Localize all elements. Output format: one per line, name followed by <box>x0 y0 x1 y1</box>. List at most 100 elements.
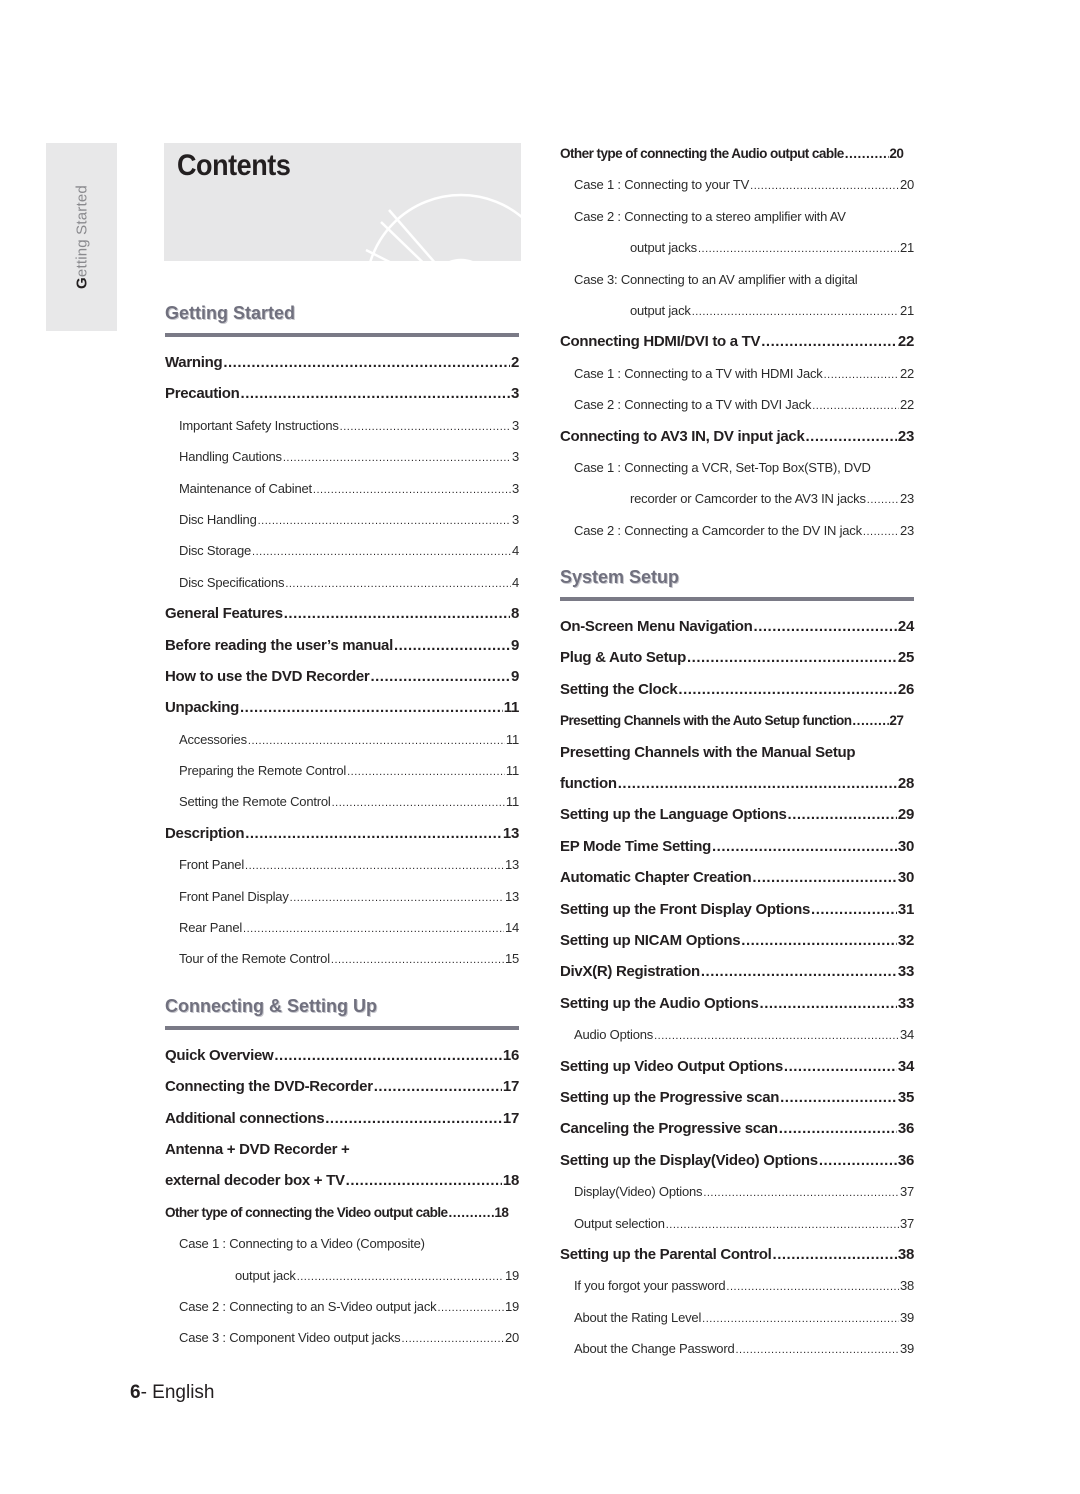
toc-entry[interactable]: Antenna + DVD Recorder + <box>165 1134 519 1165</box>
toc-entry-label: Tour of the Remote Control <box>179 951 330 967</box>
toc-subentry[interactable]: Disc Storage 4 <box>165 535 519 566</box>
toc-subentry[interactable]: Case 1 : Connecting to a TV with HDMI Ja… <box>560 358 914 389</box>
toc-subentry[interactable]: Front Panel Display 13 <box>165 881 519 912</box>
toc-page-number: 37 <box>899 1215 914 1231</box>
toc-entry-label: Handling Cautions <box>179 449 282 465</box>
toc-leader-dots <box>248 724 505 757</box>
toc-subentry[interactable]: Audio Options 34 <box>560 1019 914 1050</box>
toc-page-number: 13 <box>504 857 519 873</box>
toc-page-number: 36 <box>897 1151 914 1169</box>
toc-subentry[interactable]: Case 1 : Connecting to a Video (Composit… <box>165 1228 519 1259</box>
toc-entry-label: Case 1 : Connecting to your TV <box>574 177 750 193</box>
toc-entry[interactable]: Setting up the Parental Control 38 <box>560 1239 914 1270</box>
toc-entry[interactable]: external decoder box + TV 18 <box>165 1165 519 1196</box>
toc-entry[interactable]: Presetting Channels with the Auto Setup … <box>560 705 904 736</box>
toc-entry-label: Plug & Auto Setup <box>560 649 686 667</box>
toc-subentry[interactable]: output jack 19 <box>165 1260 519 1291</box>
toc-entry[interactable]: Connecting the DVD-Recorder 17 <box>165 1071 519 1102</box>
toc-leader-dots <box>666 1208 899 1241</box>
toc-entry[interactable]: Setting up NICAM Options 32 <box>560 925 914 956</box>
toc-entry[interactable]: Connecting to AV3 IN, DV input jack 23 <box>560 421 914 452</box>
toc-subentry[interactable]: Case 1 : Connecting to your TV 20 <box>560 169 914 200</box>
toc-entry[interactable]: Plug & Auto Setup 25 <box>560 642 914 673</box>
toc-entry[interactable]: Setting up Video Output Options 34 <box>560 1051 914 1082</box>
toc-entry[interactable]: Warning 2 <box>165 347 519 378</box>
toc-entry[interactable]: DivX(R) Registration 33 <box>560 956 914 987</box>
toc-subentry[interactable]: If you forgot your password 38 <box>560 1270 914 1301</box>
toc-subentry[interactable]: Front Panel 13 <box>165 849 519 880</box>
toc-entry[interactable]: function 28 <box>560 768 914 799</box>
toc-page-number: 16 <box>502 1046 519 1064</box>
toc-subentry[interactable]: Disc Specifications 4 <box>165 567 519 598</box>
toc-subentry[interactable]: Case 2 : Connecting to a stereo amplifie… <box>560 201 914 232</box>
toc-subentry[interactable]: Setting the Remote Control 11 <box>165 786 519 817</box>
toc-subentry[interactable]: Case 3 : Component Video output jacks 20 <box>165 1322 519 1353</box>
toc-entry[interactable]: Automatic Chapter Creation 30 <box>560 862 914 893</box>
toc-entry[interactable]: Additional connections 17 <box>165 1103 519 1134</box>
toc-subentry[interactable]: Case 3: Connecting to an AV amplifier wi… <box>560 264 914 295</box>
toc-page-number: 38 <box>899 1278 914 1294</box>
toc-entry[interactable]: Before reading the user’s manual 9 <box>165 630 519 661</box>
toc-entry-label: Connecting the DVD-Recorder <box>165 1078 373 1096</box>
toc-entry[interactable]: Other type of connecting the Audio outpu… <box>560 138 904 169</box>
toc-entry[interactable]: Connecting HDMI/DVI to a TV 22 <box>560 326 914 357</box>
toc-leader-dots <box>698 232 899 265</box>
toc-entry[interactable]: Canceling the Progressive scan 36 <box>560 1113 914 1144</box>
toc-leader-dots <box>241 378 510 409</box>
toc-leader-dots <box>867 483 899 516</box>
toc-subentry[interactable]: output jack 21 <box>560 295 914 326</box>
toc-subentry[interactable]: Preparing the Remote Control 11 <box>165 755 519 786</box>
toc-entry[interactable]: Setting up the Language Options 29 <box>560 799 914 830</box>
toc-entry[interactable]: On-Screen Menu Navigation 24 <box>560 611 914 642</box>
toc-page-number: 39 <box>899 1341 914 1357</box>
toc-page-number: 3 <box>511 511 519 527</box>
toc-subentry[interactable]: Tour of the Remote Control 15 <box>165 943 519 974</box>
toc-entry-label: output jacks <box>630 240 697 256</box>
toc-subentry[interactable]: Display(Video) Options 37 <box>560 1176 914 1207</box>
toc-subentry[interactable]: Maintenance of Cabinet 3 <box>165 473 519 504</box>
toc-entry[interactable]: Setting up the Progressive scan 35 <box>560 1082 914 1113</box>
toc-leader-dots <box>297 1260 504 1293</box>
toc-entry[interactable]: EP Mode Time Setting 30 <box>560 831 914 862</box>
toc-subentry[interactable]: Handling Cautions 3 <box>165 441 519 472</box>
toc-subentry[interactable]: Disc Handling 3 <box>165 504 519 535</box>
toc-entry[interactable]: Other type of connecting the Video outpu… <box>165 1197 509 1228</box>
toc-leader-dots <box>290 881 504 914</box>
toc-leader-dots <box>346 1165 502 1196</box>
toc-entry-label: Connecting to AV3 IN, DV input jack <box>560 427 805 445</box>
toc-subentry[interactable]: recorder or Camcorder to the AV3 IN jack… <box>560 483 914 514</box>
toc-entry[interactable]: Setting up the Audio Options 33 <box>560 988 914 1019</box>
page-title: Contents <box>177 149 291 182</box>
toc-entry-label: Presetting Channels with the Auto Setup … <box>560 712 852 729</box>
toc-subentry[interactable]: Important Safety Instructions 3 <box>165 410 519 441</box>
toc-entry[interactable]: How to use the DVD Recorder 9 <box>165 661 519 692</box>
toc-subentry[interactable]: output jacks 21 <box>560 232 914 263</box>
toc-entry[interactable]: Presetting Channels with the Manual Setu… <box>560 737 914 768</box>
toc-subentry[interactable]: Rear Panel 14 <box>165 912 519 943</box>
toc-subentry[interactable]: Output selection 37 <box>560 1208 914 1239</box>
toc-entry[interactable]: Quick Overview 16 <box>165 1040 519 1071</box>
toc-page-number: 29 <box>897 806 914 824</box>
toc-subentry[interactable]: Case 2 : Connecting to an S-Video output… <box>165 1291 519 1322</box>
toc-leader-dots <box>773 1239 897 1270</box>
toc-subentry[interactable]: Accessories 11 <box>165 724 519 755</box>
toc-subentry[interactable]: Case 1 : Connecting a VCR, Set-Top Box(S… <box>560 452 914 483</box>
toc-entry[interactable]: Setting up the Front Display Options 31 <box>560 894 914 925</box>
toc-leader-dots <box>618 768 897 799</box>
toc-entry[interactable]: General Features 8 <box>165 598 519 629</box>
toc-entry[interactable]: Setting the Clock 26 <box>560 674 914 705</box>
toc-leader-dots <box>788 799 897 830</box>
toc-entry[interactable]: Unpacking 11 <box>165 692 519 723</box>
toc-entry[interactable]: Setting up the Display(Video) Options 36 <box>560 1145 914 1176</box>
toc-page-number: 3 <box>511 417 519 433</box>
toc-subentry[interactable]: Case 2 : Connecting a Camcorder to the D… <box>560 515 914 546</box>
toc-page-number: 2 <box>510 354 519 371</box>
toc-entry[interactable]: Precaution 3 <box>165 378 519 409</box>
toc-entry[interactable]: Description 13 <box>165 818 519 849</box>
toc-leader-dots <box>240 692 503 723</box>
toc-subentry[interactable]: About the Change Password 39 <box>560 1333 914 1364</box>
toc-subentry[interactable]: About the Rating Level 39 <box>560 1302 914 1333</box>
toc-leader-dots <box>274 1040 502 1071</box>
toc-subentry[interactable]: Case 2 : Connecting to a TV with DVI Jac… <box>560 389 914 420</box>
toc-leader-dots <box>811 894 897 925</box>
